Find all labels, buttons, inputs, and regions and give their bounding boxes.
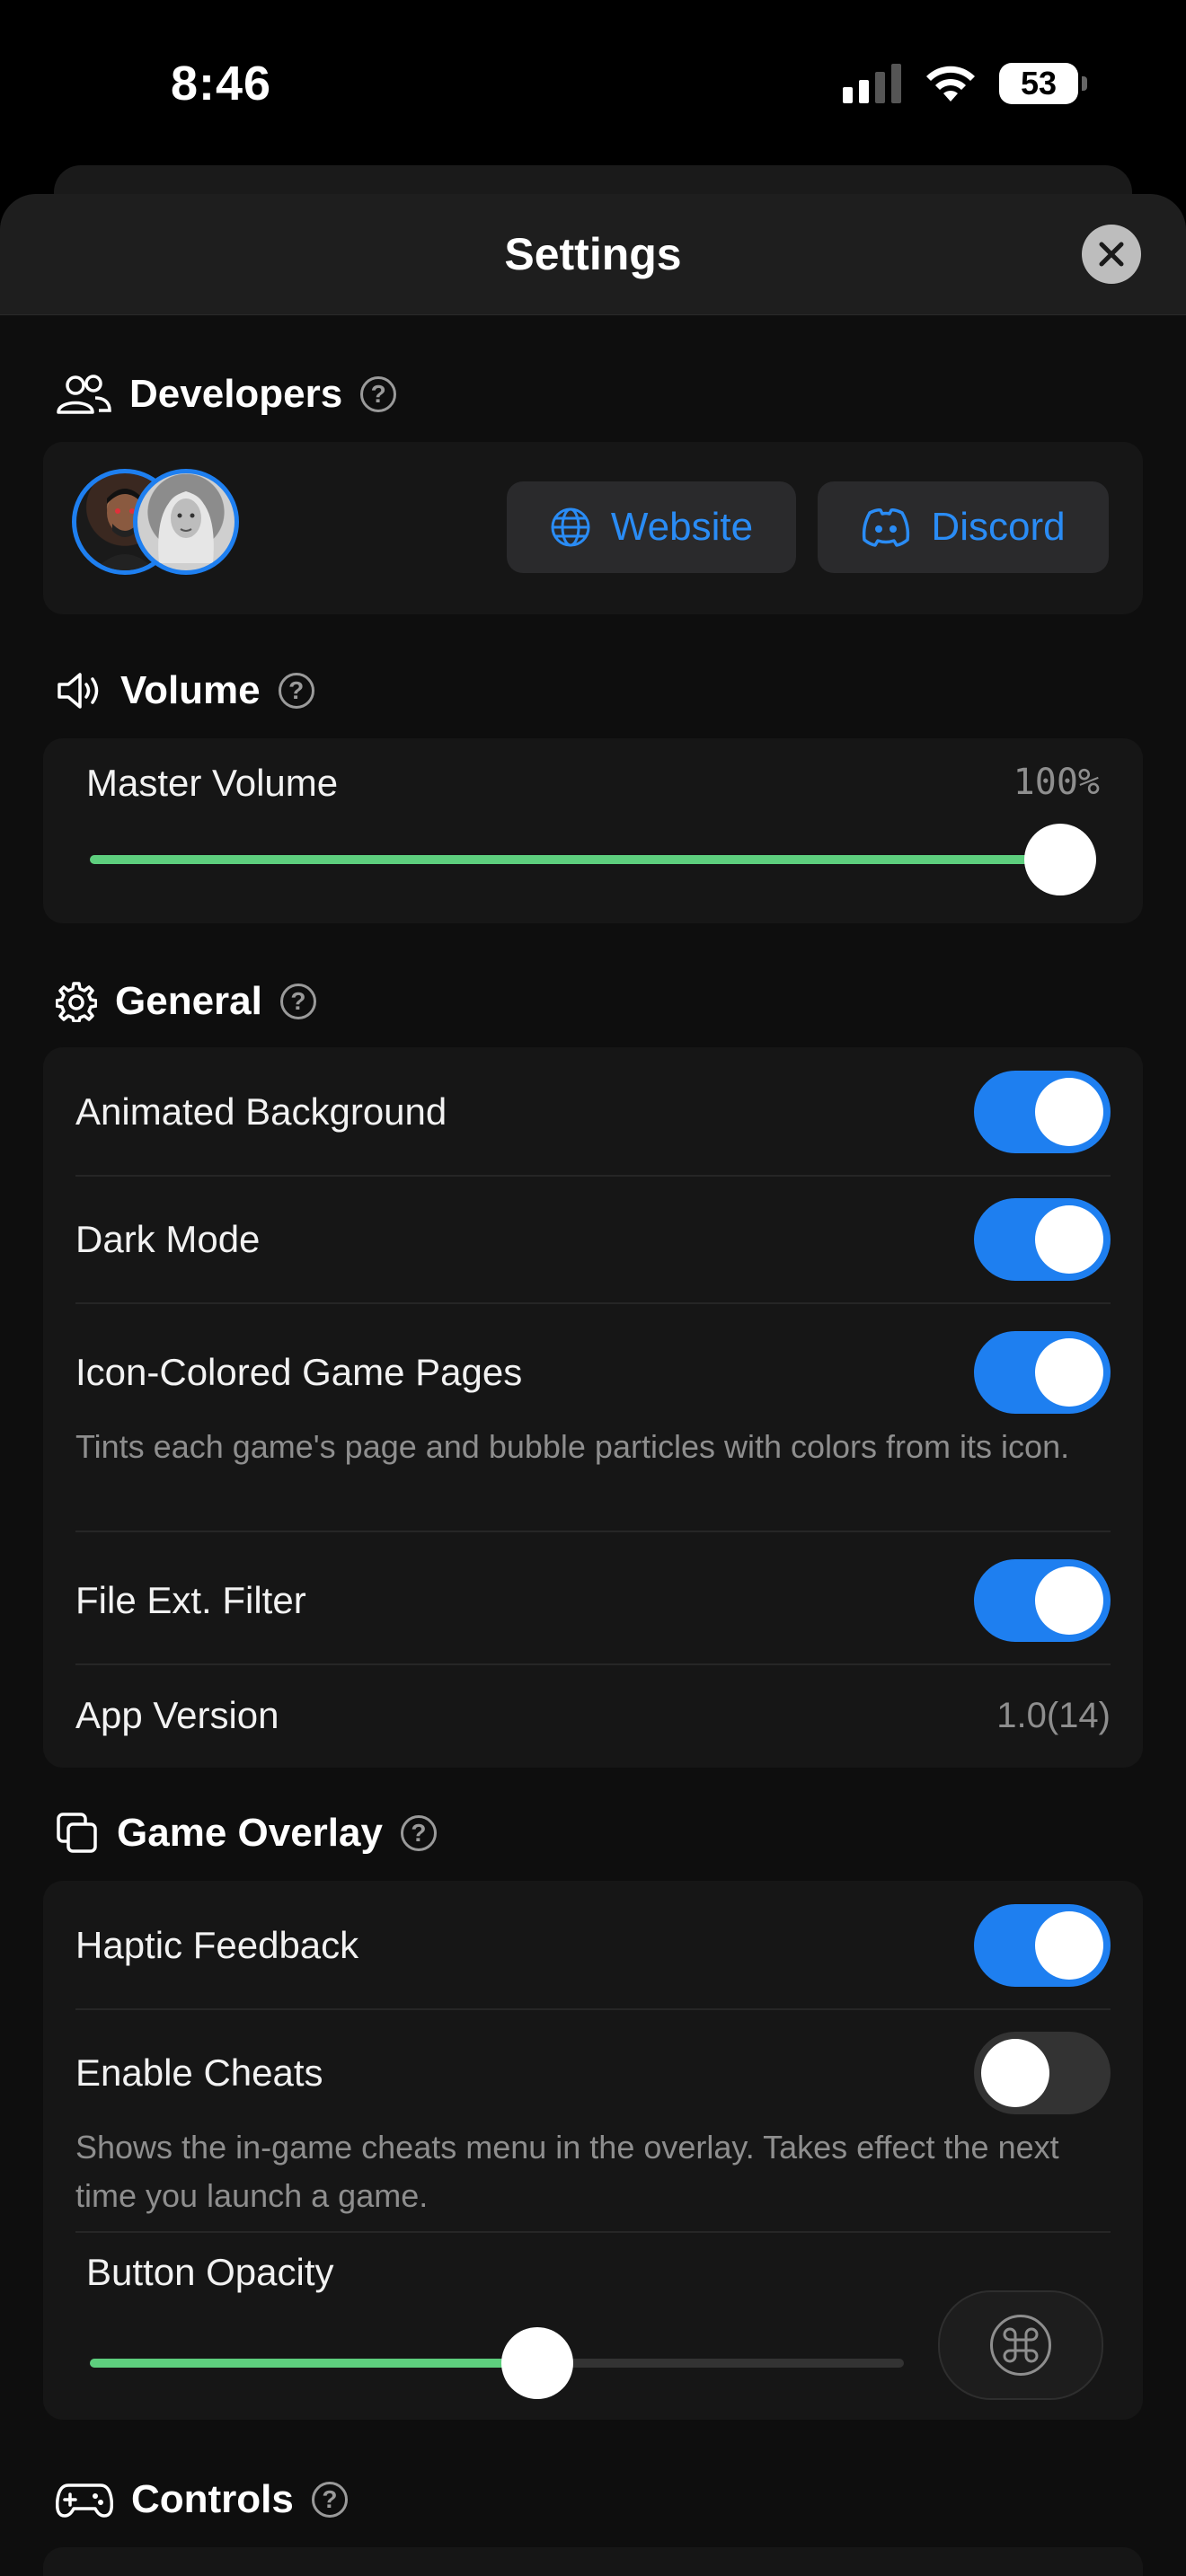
setting-animated-background: Animated Background (75, 1067, 1111, 1157)
close-button[interactable] (1082, 225, 1141, 284)
battery-level: 53 (1020, 65, 1058, 101)
developers-help-icon[interactable]: ? (360, 376, 397, 412)
volume-title: Volume (120, 668, 261, 712)
discord-button[interactable]: Discord (818, 481, 1109, 573)
setting-dark-mode: Dark Mode (75, 1195, 1111, 1284)
command-icon (1003, 2327, 1039, 2363)
setting-app-version: App Version 1.0(14) (75, 1680, 1111, 1751)
gamepad-icon (56, 2483, 113, 2518)
master-volume-slider[interactable] (90, 824, 1096, 895)
developers-header: Developers ? (56, 372, 397, 417)
volume-card: Master Volume 100% (43, 738, 1143, 923)
toggle-knob (981, 2039, 1049, 2107)
enable-cheats-toggle[interactable] (974, 2032, 1111, 2114)
general-card: Animated Background Dark Mode Icon-Color… (43, 1047, 1143, 1768)
button-opacity-label: Button Opacity (86, 2251, 334, 2293)
setting-label: File Ext. Filter (75, 1579, 306, 1621)
toggle-knob (1035, 1078, 1103, 1146)
discord-label: Discord (931, 505, 1066, 549)
toggle-knob (1035, 1205, 1103, 1274)
setting-haptic-feedback: Haptic Feedback (75, 1901, 1111, 1990)
discord-icon (863, 508, 910, 547)
enable-cheats-description: Shows the in-game cheats menu in the ove… (75, 2129, 1059, 2214)
dark-mode-toggle[interactable] (974, 1198, 1111, 1281)
setting-label: Icon-Colored Game Pages (75, 1351, 523, 1393)
setting-enable-cheats: Enable Cheats (75, 2028, 1111, 2118)
developers-card: Website Discord (43, 442, 1143, 614)
divider (75, 2008, 1111, 2010)
website-button[interactable]: Website (507, 481, 796, 573)
overlay-copy-icon (57, 1813, 97, 1853)
people-icon (57, 375, 111, 414)
general-help-icon[interactable]: ? (279, 984, 316, 1019)
setting-label: Animated Background (75, 1090, 447, 1133)
volume-help-icon[interactable]: ? (278, 673, 314, 709)
overlay-button-preview[interactable] (938, 2290, 1103, 2400)
button-opacity-knob[interactable] (501, 2327, 574, 2399)
setting-label: Enable Cheats (75, 2051, 323, 2094)
app-version-label: App Version (75, 1694, 279, 1736)
volume-header: Volume ? (56, 668, 314, 713)
website-label: Website (610, 505, 754, 549)
divider (75, 1302, 1111, 1304)
master-volume-label: Master Volume (86, 762, 339, 804)
settings-sheet: Settings Developers ? Website Discord Vo… (0, 194, 1186, 2576)
overlay-card: Haptic Feedback Enable Cheats Shows the … (43, 1881, 1143, 2420)
master-volume-value: 100% (1013, 762, 1100, 803)
controls-header: Controls ? (56, 2477, 348, 2522)
controls-help-icon[interactable]: ? (311, 2482, 348, 2518)
overlay-title: Game Overlay (117, 1811, 383, 1855)
divider (75, 1663, 1111, 1665)
file-ext-filter-toggle[interactable] (974, 1559, 1111, 1642)
gear-icon (56, 982, 97, 1022)
master-volume-fill (90, 855, 1096, 864)
toggle-knob (1035, 1566, 1103, 1635)
divider (75, 1175, 1111, 1177)
haptic-feedback-toggle[interactable] (974, 1904, 1111, 1987)
wifi-icon (926, 66, 975, 101)
status-time: 8:46 (171, 57, 272, 110)
controls-title: Controls (131, 2477, 294, 2521)
overlay-header: Game Overlay ? (56, 1811, 437, 1856)
icon-colored-description: Tints each game's page and bubble partic… (75, 1428, 1070, 1465)
globe-icon (551, 507, 590, 547)
battery-indicator: 53 (999, 63, 1087, 104)
avatar-portrait-2 (158, 491, 214, 563)
toggle-knob (1035, 1338, 1103, 1407)
button-opacity-slider[interactable] (90, 2327, 904, 2399)
toggle-knob (1035, 1911, 1103, 1980)
button-opacity-fill (90, 2359, 538, 2368)
page-title: Settings (504, 229, 682, 279)
developer-avatar-2[interactable] (133, 469, 239, 575)
sheet-header: Settings (0, 194, 1186, 315)
setting-icon-colored-game-pages: Icon-Colored Game Pages (75, 1328, 1111, 1417)
app-version-value: 1.0(14) (996, 1695, 1111, 1735)
setting-label: Haptic Feedback (75, 1924, 359, 1966)
status-icons: 53 (843, 63, 1087, 104)
divider (75, 2231, 1111, 2233)
speaker-icon (58, 673, 99, 709)
general-title: General (115, 979, 262, 1023)
controls-card (43, 2547, 1143, 2576)
icon-colored-game-pages-toggle[interactable] (974, 1331, 1111, 1414)
close-icon (1099, 242, 1124, 267)
overlay-help-icon[interactable]: ? (400, 1815, 437, 1851)
animated-background-toggle[interactable] (974, 1071, 1111, 1153)
developers-title: Developers (129, 372, 343, 416)
master-volume-knob[interactable] (1024, 824, 1096, 895)
overlay-preview-circle (990, 2315, 1051, 2376)
setting-label: Dark Mode (75, 1218, 261, 1260)
setting-file-ext-filter: File Ext. Filter (75, 1556, 1111, 1645)
general-header: General ? (56, 979, 316, 1024)
cellular-signal-icon (843, 64, 901, 103)
divider (75, 1531, 1111, 1532)
